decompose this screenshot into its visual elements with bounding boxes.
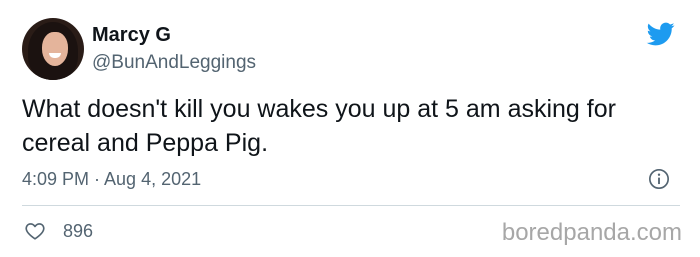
- twitter-bird-icon[interactable]: [645, 20, 677, 48]
- like-count: 896: [63, 221, 94, 241]
- tweet-timestamp[interactable]: 4:09 PM · Aug 4, 2021: [22, 169, 201, 190]
- author-name[interactable]: Marcy G: [92, 24, 171, 47]
- tweet-card: Marcy G @BunAndLeggings What doesn't kil…: [0, 0, 700, 257]
- heart-icon[interactable]: [24, 220, 46, 242]
- avatar[interactable]: [22, 18, 84, 80]
- divider: [22, 205, 680, 206]
- avatar-face: [42, 32, 68, 66]
- author-handle[interactable]: @BunAndLeggings: [92, 52, 256, 74]
- info-icon[interactable]: [648, 168, 670, 190]
- source-watermark: boredpanda.com: [501, 219, 682, 246]
- tweet-text: What doesn't kill you wakes you up at 5 …: [22, 95, 616, 157]
